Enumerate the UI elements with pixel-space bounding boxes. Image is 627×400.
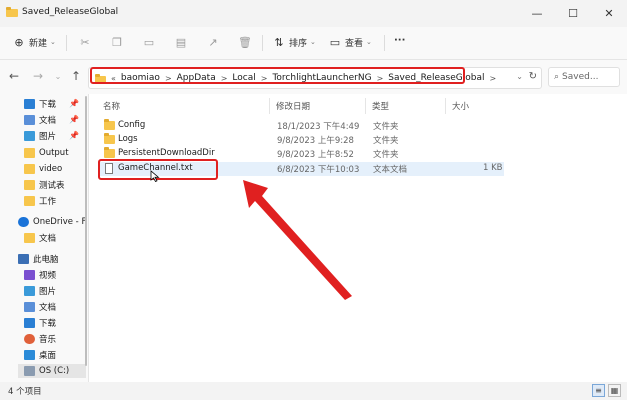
file-explorer-window: Saved_ReleaseGlobal — ☐ ✕ ⊕ 新建 ⌄ ✂ ❐ ▭ ▤…	[0, 0, 627, 400]
item-count: 4 个项目	[8, 387, 42, 397]
details-view-button[interactable]: ≡	[592, 384, 605, 397]
mouse-cursor-icon	[150, 170, 160, 182]
list-view-icon: ≡	[595, 386, 602, 395]
annotation-arrow	[243, 180, 352, 300]
tiles-view-button[interactable]: ▦	[608, 384, 621, 397]
grid-view-icon: ▦	[610, 386, 619, 395]
status-bar: 4 个项目 ≡ ▦	[0, 382, 627, 400]
